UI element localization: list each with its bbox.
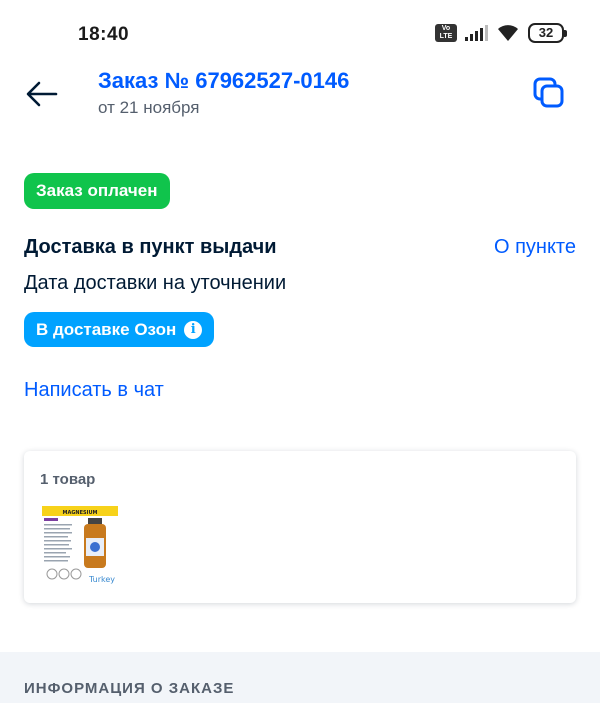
shipping-badge[interactable]: В доставке Озон i <box>24 312 215 347</box>
header: Заказ № 67962527-0146 от 21 ноября <box>0 62 600 124</box>
info-icon: i <box>184 320 203 339</box>
battery-icon: 32 <box>528 23 567 43</box>
delivery-date: Дата доставки на уточнении <box>24 272 287 294</box>
about-pickup-point-link[interactable]: О пункте <box>494 236 576 259</box>
product-image: MAGNESIUM Turkey <box>42 506 118 586</box>
items-count: 1 товар <box>40 471 96 488</box>
status-bar: 18:40 Vo LTE 32 <box>0 0 600 58</box>
back-button[interactable] <box>24 76 60 112</box>
product-image-header: MAGNESIUM <box>62 510 97 516</box>
product-image-brand: Turkey <box>88 575 115 584</box>
status-badge: Заказ оплачен <box>24 173 170 209</box>
delivery-title: Доставка в пункт выдачи <box>24 236 277 258</box>
arrow-left-icon <box>26 81 58 107</box>
signal-icon <box>465 25 488 41</box>
items-card: 1 товар MAGNESIUM Turkey <box>24 451 576 603</box>
wifi-icon <box>496 23 520 43</box>
order-info-title: ИНФОРМАЦИЯ О ЗАКАЗЕ <box>24 680 235 697</box>
product-thumbnail[interactable]: MAGNESIUM Turkey <box>42 506 118 586</box>
order-date: от 21 ноября <box>98 98 200 117</box>
volte-icon: Vo LTE <box>435 24 457 42</box>
order-info-section: ИНФОРМАЦИЯ О ЗАКАЗЕ <box>0 652 600 703</box>
chat-link[interactable]: Написать в чат <box>24 379 164 402</box>
shipping-badge-label: В доставке Озон <box>36 320 177 339</box>
status-time: 18:40 <box>78 24 130 45</box>
status-icons: Vo LTE 32 <box>435 23 567 43</box>
copy-icon <box>533 77 564 108</box>
copy-button[interactable] <box>532 76 566 110</box>
order-title: Заказ № 67962527-0146 <box>98 68 350 93</box>
